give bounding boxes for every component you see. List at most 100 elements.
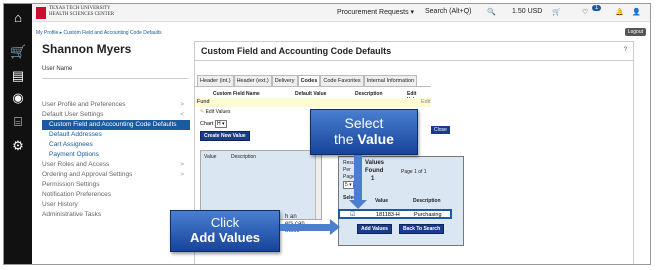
- search-icon[interactable]: 🔍: [487, 8, 496, 16]
- tab-bar: Header (int.) Header (ext.) Delivery Codes C…: [197, 75, 418, 86]
- callout-text: Click: [210, 215, 240, 230]
- menu-user-roles[interactable]: User Roles and Access >: [42, 160, 190, 170]
- menu-label: Permission Settings: [42, 181, 100, 188]
- orders-icon[interactable]: ◉: [10, 90, 26, 106]
- list-col-value: Value: [204, 154, 217, 160]
- callout-text-bold: Value: [357, 131, 394, 147]
- arrow-head-icon: [330, 219, 340, 235]
- menu-default-addresses[interactable]: Default Addresses: [42, 130, 190, 140]
- col-description: Description: [355, 91, 383, 97]
- callout-text-bold: Add Values: [189, 230, 261, 245]
- breadcrumb[interactable]: My Profile ▸ Custom Field and Accounting…: [36, 30, 162, 36]
- fund-row: Fund Edit: [195, 98, 431, 107]
- settings-menu: User Profile and Preferences > Default Us…: [42, 100, 190, 220]
- currency-amount[interactable]: 1.50 USD: [512, 8, 542, 15]
- menu-user-history[interactable]: User History: [42, 200, 190, 210]
- menu-default-user-settings[interactable]: Default User Settings <: [42, 110, 190, 120]
- found-label: Found: [365, 168, 384, 174]
- notification-badge[interactable]: 1: [592, 5, 602, 11]
- row-value: 181183-H: [376, 212, 400, 218]
- tab-code-favorites[interactable]: Code Favorites: [320, 75, 364, 86]
- chevron-icon: >: [180, 101, 184, 108]
- cart-total-icon[interactable]: 🛒: [552, 8, 561, 16]
- menu-administrative-tasks[interactable]: Administrative Tasks: [42, 210, 190, 220]
- menu-label: Administrative Tasks: [42, 211, 102, 218]
- logout-button[interactable]: Logout: [624, 28, 646, 36]
- menu-permission-settings[interactable]: Permission Settings: [42, 180, 190, 190]
- menu-label: User History: [42, 201, 78, 208]
- notifications-icon[interactable]: 🔔: [615, 8, 624, 16]
- documents-icon[interactable]: ▤: [10, 68, 26, 84]
- menu-label: Default Addresses: [49, 131, 102, 138]
- menu-label: Payment Options: [49, 151, 99, 158]
- result-row[interactable]: ☑ 181183-H Purchasing: [338, 209, 452, 219]
- menu-label: Custom Field and Accounting Code Default…: [49, 121, 177, 128]
- list-col-description: Description: [231, 154, 257, 160]
- page-label: Page: [343, 174, 355, 180]
- back-to-search-button[interactable]: Back To Search: [399, 224, 445, 234]
- page-navigation[interactable]: Page 1 of 1: [401, 169, 427, 175]
- tab-internal-information[interactable]: Internal Information: [363, 75, 418, 86]
- brand-text: TEXAS TECH UNIVERSITY HEALTH SCIENCES CE…: [49, 6, 114, 18]
- pencil-icon: ✎: [200, 109, 205, 115]
- list-scrollbar[interactable]: [315, 151, 321, 219]
- app-window: ⌂ 🛒 ▤ ◉ ⌸ ⚙ TEXAS TECH UNIVERSITY HEALTH…: [3, 3, 651, 265]
- procurement-requests-menu[interactable]: Procurement Requests ▾: [337, 8, 414, 16]
- chart-select[interactable]: H ▾: [214, 120, 227, 128]
- menu-label: User Profile and Preferences: [42, 101, 126, 108]
- page-title: Custom Field and Accounting Code Default…: [195, 42, 633, 61]
- bank-icon[interactable]: ⌸: [10, 114, 26, 130]
- edit-values-heading: ✎ Edit Values: [200, 109, 231, 115]
- fund-label: Fund: [197, 99, 210, 105]
- tab-codes[interactable]: Codes: [297, 75, 321, 86]
- menu-label: Ordering and Approval Settings: [42, 171, 133, 178]
- close-button[interactable]: Close: [431, 126, 450, 134]
- user-panel: Shannon Myers User Name: [42, 42, 188, 79]
- click-add-values-callout: Click Add Values: [170, 210, 280, 252]
- chart-selector: Chart H ▾: [200, 120, 227, 128]
- menu-ordering-approval[interactable]: Ordering and Approval Settings >: [42, 170, 190, 180]
- arrow-right-icon: [280, 224, 332, 231]
- left-rail: ⌂ 🛒 ▤ ◉ ⌸ ⚙: [4, 4, 32, 264]
- menu-label: Cart Assignees: [49, 141, 93, 148]
- settings-icon[interactable]: ⚙: [10, 138, 26, 154]
- chevron-icon: >: [180, 171, 184, 178]
- callout-text: the: [334, 131, 358, 147]
- user-name: Shannon Myers: [42, 42, 132, 56]
- values-found-label: Values: [365, 160, 385, 166]
- search-field[interactable]: Search (Alt+Q): [425, 8, 472, 15]
- menu-label: User Roles and Access: [42, 161, 110, 168]
- tab-delivery[interactable]: Delivery: [271, 75, 298, 86]
- row-checkbox[interactable]: ☑: [350, 211, 355, 218]
- arrow-down-icon: [354, 155, 362, 203]
- menu-cart-assignees[interactable]: Cart Assignees: [42, 140, 190, 150]
- menu-user-profile[interactable]: User Profile and Preferences >: [42, 100, 190, 110]
- home-icon[interactable]: ⌂: [10, 10, 26, 26]
- brand-line-2: HEALTH SCIENCES CENTER: [49, 12, 115, 17]
- menu-label: Default User Settings: [42, 111, 104, 118]
- tab-header-int[interactable]: Header (int.): [197, 75, 234, 86]
- help-icon[interactable]: ?: [624, 47, 627, 53]
- edit-link[interactable]: Edit: [421, 99, 430, 105]
- select-value-callout: Select the Value: [310, 109, 418, 155]
- add-values-button[interactable]: Add Values: [357, 224, 392, 234]
- cart-icon[interactable]: 🛒: [10, 44, 26, 60]
- university-logo: [36, 7, 46, 19]
- top-bar: TEXAS TECH UNIVERSITY HEALTH SCIENCES CE…: [32, 4, 650, 22]
- row-description: Purchasing: [414, 212, 442, 218]
- col-default-value: Default Value: [295, 91, 327, 97]
- callout-text: Select: [344, 115, 384, 131]
- menu-label: Notification Preferences: [42, 191, 112, 198]
- menu-notification-preferences[interactable]: Notification Preferences: [42, 190, 190, 200]
- results-per-page-select[interactable]: 5 ▾: [343, 181, 354, 189]
- edit-values-label: Edit Values: [205, 109, 231, 115]
- menu-custom-field-defaults[interactable]: Custom Field and Accounting Code Default…: [42, 120, 190, 130]
- menu-payment-options[interactable]: Payment Options: [42, 150, 190, 160]
- user-icon[interactable]: 👤: [632, 8, 641, 16]
- favorites-icon[interactable]: ♡: [582, 8, 588, 16]
- tab-header-ext[interactable]: Header (ext.): [233, 75, 272, 86]
- create-new-value-button[interactable]: Create New Value: [200, 131, 250, 141]
- partial-text-line: h an: [285, 214, 297, 220]
- value-header: Value: [375, 198, 389, 204]
- found-count: 1: [371, 176, 375, 182]
